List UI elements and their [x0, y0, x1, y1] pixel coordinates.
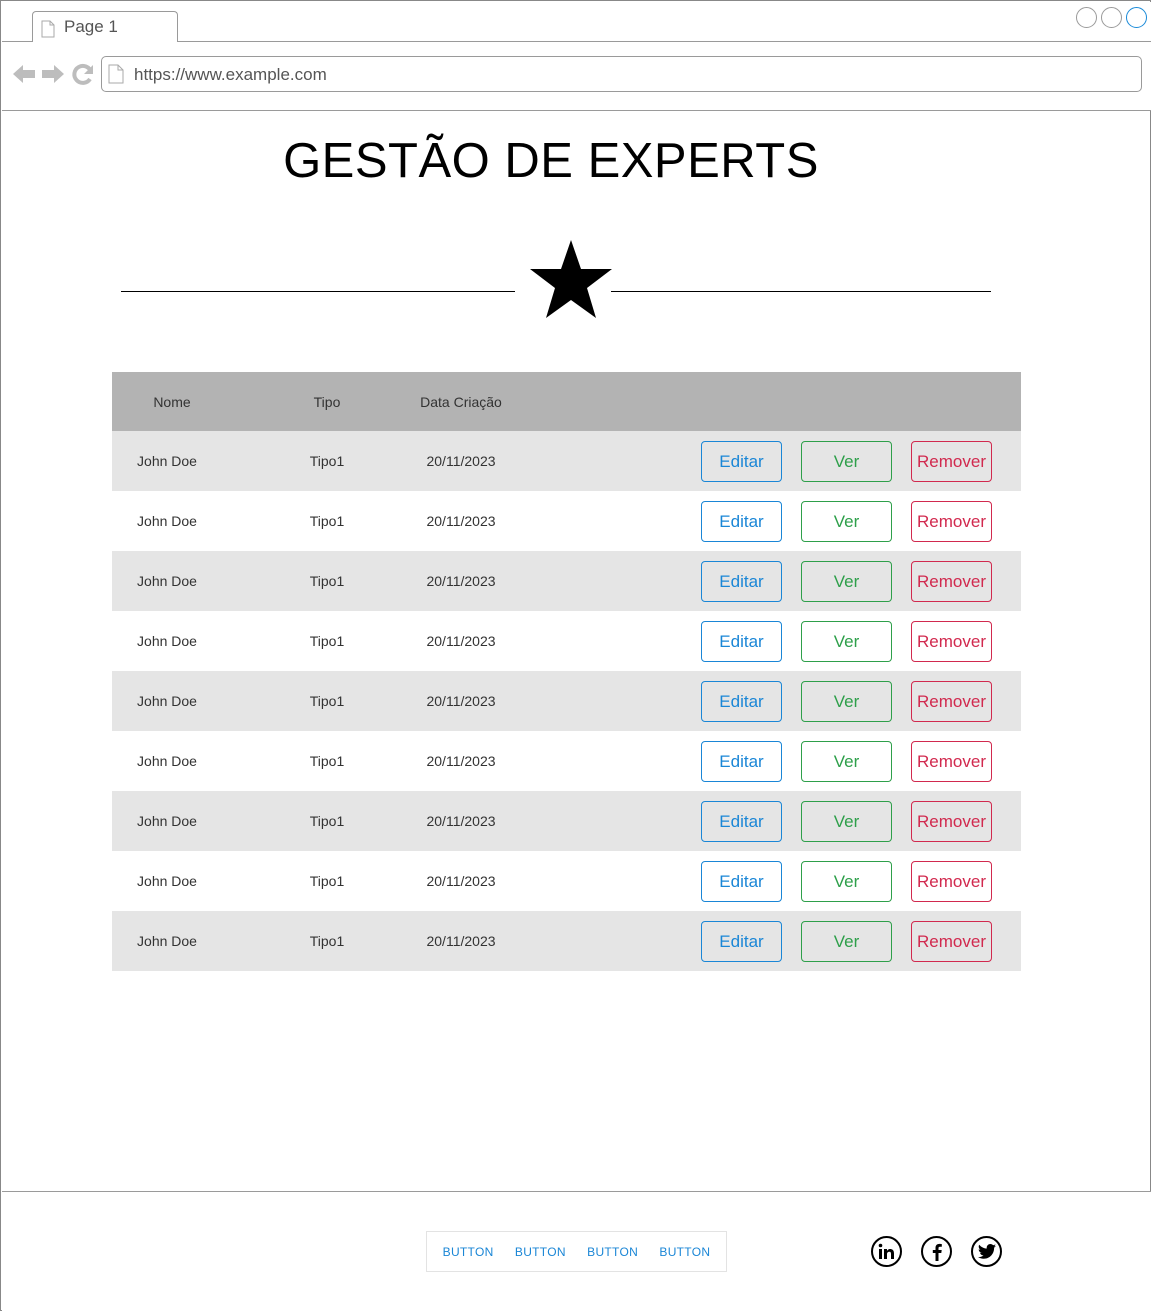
twitter-icon[interactable]	[971, 1236, 1002, 1267]
remove-button[interactable]: Remover	[911, 681, 992, 722]
view-button[interactable]: Ver	[801, 621, 892, 662]
url-text: https://www.example.com	[134, 65, 327, 84]
table-row: John Doe Tipo1 20/11/2023 Editar Ver Remover	[112, 491, 1021, 551]
edit-button[interactable]: Editar	[701, 621, 782, 662]
table-row: John Doe Tipo1 20/11/2023 Editar Ver Remover	[112, 611, 1021, 671]
reload-icon[interactable]	[71, 62, 95, 86]
header-tipo: Tipo	[313, 393, 341, 410]
page-title: GESTÃO DE EXPERTS	[283, 134, 819, 188]
divider-line-left	[121, 291, 515, 292]
cell-tipo: Tipo1	[309, 573, 345, 589]
cell-tipo: Tipo1	[309, 813, 345, 829]
navigation-bar: https://www.example.com	[2, 42, 1151, 111]
cell-tipo: Tipo1	[309, 633, 345, 649]
close-button[interactable]	[1126, 7, 1147, 28]
table-row: John Doe Tipo1 20/11/2023 Editar Ver Remover	[112, 431, 1021, 491]
browser-window: Page 1 https://www.example.com GESTÃO DE…	[0, 0, 1151, 1311]
remove-button[interactable]: Remover	[911, 561, 992, 602]
cell-nome: John Doe	[137, 573, 197, 589]
remove-button[interactable]: Remover	[911, 861, 992, 902]
footer: BUTTON BUTTON BUTTON BUTTON	[2, 1191, 1151, 1311]
edit-button[interactable]: Editar	[701, 801, 782, 842]
cell-data-criacao: 20/11/2023	[426, 453, 496, 469]
cell-nome: John Doe	[137, 813, 197, 829]
cell-data-criacao: 20/11/2023	[426, 753, 496, 769]
view-button[interactable]: Ver	[801, 441, 892, 482]
table-row: John Doe Tipo1 20/11/2023 Editar Ver Remover	[112, 911, 1021, 971]
minimize-button[interactable]	[1076, 7, 1097, 28]
cell-tipo: Tipo1	[309, 693, 345, 709]
header-data-criacao: Data Criação	[420, 393, 502, 410]
view-button[interactable]: Ver	[801, 561, 892, 602]
cell-data-criacao: 20/11/2023	[426, 633, 496, 649]
cell-tipo: Tipo1	[309, 453, 345, 469]
cell-nome: John Doe	[137, 453, 197, 469]
cell-nome: John Doe	[137, 513, 197, 529]
table-row: John Doe Tipo1 20/11/2023 Editar Ver Remover	[112, 791, 1021, 851]
remove-button[interactable]: Remover	[911, 801, 992, 842]
cell-data-criacao: 20/11/2023	[426, 933, 496, 949]
tab-bar: Page 1	[2, 2, 1151, 43]
footer-button-2[interactable]: BUTTON	[515, 1245, 566, 1259]
remove-button[interactable]: Remover	[911, 621, 992, 662]
edit-button[interactable]: Editar	[701, 561, 782, 602]
table-row: John Doe Tipo1 20/11/2023 Editar Ver Remover	[112, 551, 1021, 611]
cell-data-criacao: 20/11/2023	[426, 573, 496, 589]
edit-button[interactable]: Editar	[701, 501, 782, 542]
table-row: John Doe Tipo1 20/11/2023 Editar Ver Remover	[112, 851, 1021, 911]
cell-data-criacao: 20/11/2023	[426, 693, 496, 709]
remove-button[interactable]: Remover	[911, 501, 992, 542]
back-arrow-icon[interactable]	[12, 62, 36, 86]
remove-button[interactable]: Remover	[911, 741, 992, 782]
linkedin-icon[interactable]	[871, 1236, 902, 1267]
cell-data-criacao: 20/11/2023	[426, 513, 496, 529]
cell-nome: John Doe	[137, 753, 197, 769]
page-icon	[108, 64, 124, 84]
experts-table: Nome Tipo Data Criação John Doe Tipo1 20/1…	[112, 372, 1021, 971]
cell-data-criacao: 20/11/2023	[426, 873, 496, 889]
remove-button[interactable]: Remover	[911, 441, 992, 482]
footer-button-1[interactable]: BUTTON	[443, 1245, 494, 1259]
address-bar[interactable]: https://www.example.com	[101, 56, 1142, 92]
table-header: Nome Tipo Data Criação	[112, 372, 1021, 431]
footer-button-group: BUTTON BUTTON BUTTON BUTTON	[426, 1231, 727, 1272]
view-button[interactable]: Ver	[801, 921, 892, 962]
cell-nome: John Doe	[137, 633, 197, 649]
cell-nome: John Doe	[137, 933, 197, 949]
forward-arrow-icon[interactable]	[41, 62, 65, 86]
edit-button[interactable]: Editar	[701, 921, 782, 962]
edit-button[interactable]: Editar	[701, 861, 782, 902]
tab-label: Page 1	[64, 17, 118, 36]
page-icon	[41, 20, 55, 38]
edit-button[interactable]: Editar	[701, 681, 782, 722]
cell-tipo: Tipo1	[309, 513, 345, 529]
cell-nome: John Doe	[137, 693, 197, 709]
footer-button-3[interactable]: BUTTON	[587, 1245, 638, 1259]
window-controls	[1076, 7, 1147, 28]
table-body: John Doe Tipo1 20/11/2023 Editar Ver Remover J…	[112, 431, 1021, 971]
footer-button-4[interactable]: BUTTON	[659, 1245, 710, 1259]
facebook-icon[interactable]	[921, 1236, 952, 1267]
edit-button[interactable]: Editar	[701, 741, 782, 782]
header-nome: Nome	[153, 393, 191, 410]
view-button[interactable]: Ver	[801, 681, 892, 722]
table-row: John Doe Tipo1 20/11/2023 Editar Ver Remover	[112, 671, 1021, 731]
cell-data-criacao: 20/11/2023	[426, 813, 496, 829]
edit-button[interactable]: Editar	[701, 441, 782, 482]
cell-tipo: Tipo1	[309, 933, 345, 949]
tab-page-1[interactable]: Page 1	[32, 11, 178, 43]
cell-tipo: Tipo1	[309, 753, 345, 769]
view-button[interactable]: Ver	[801, 501, 892, 542]
cell-tipo: Tipo1	[309, 873, 345, 889]
star-icon	[530, 240, 612, 318]
table-row: John Doe Tipo1 20/11/2023 Editar Ver Remover	[112, 731, 1021, 791]
divider-line-right	[611, 291, 991, 292]
view-button[interactable]: Ver	[801, 741, 892, 782]
remove-button[interactable]: Remover	[911, 921, 992, 962]
view-button[interactable]: Ver	[801, 801, 892, 842]
view-button[interactable]: Ver	[801, 861, 892, 902]
cell-nome: John Doe	[137, 873, 197, 889]
maximize-button[interactable]	[1101, 7, 1122, 28]
